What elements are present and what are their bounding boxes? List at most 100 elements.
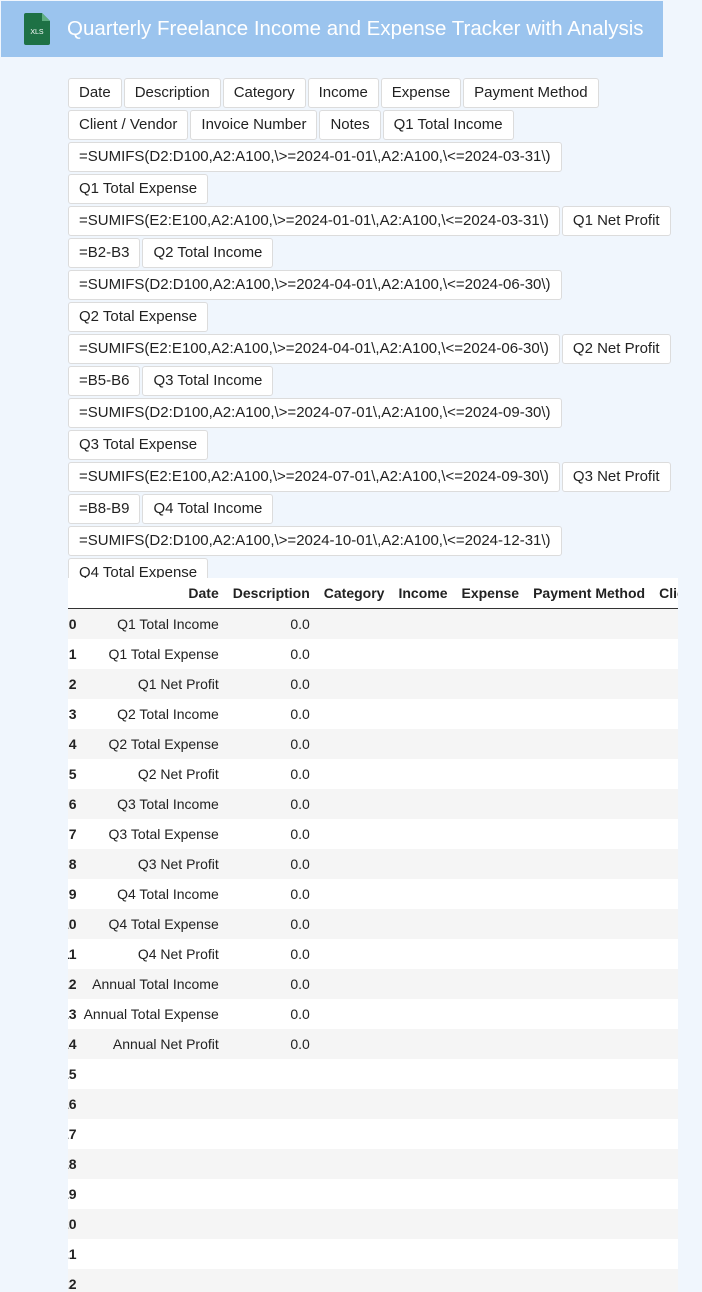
table-cell bbox=[391, 1239, 455, 1269]
table-row: 18 bbox=[68, 1149, 678, 1179]
column-header: Payment Method bbox=[526, 578, 653, 609]
column-chip[interactable]: Invoice Number bbox=[190, 110, 318, 140]
table-cell: Q3 Total Expense bbox=[76, 819, 226, 849]
table-body: 0 Q1 Total Income 0.0 1 Q1 Total Expense 0.0 2… bbox=[68, 608, 678, 1292]
column-chip[interactable]: =SUMIFS(D2:D100,A2:A100,\>=2024-04-01\,A… bbox=[68, 270, 562, 300]
column-chip[interactable]: Q3 Total Expense bbox=[68, 430, 209, 460]
table-cell: 0.0 bbox=[225, 669, 317, 699]
table-cell bbox=[316, 789, 392, 819]
table-cell bbox=[454, 1149, 527, 1179]
column-chip[interactable]: Payment Method bbox=[463, 78, 599, 108]
row-index: 17 bbox=[68, 1126, 77, 1142]
table-row: 13Annual Total Expense0.0 bbox=[68, 999, 678, 1029]
column-chip[interactable]: Income bbox=[307, 78, 379, 108]
column-chip[interactable]: =B8-B9 bbox=[68, 494, 141, 524]
column-chip[interactable]: Q3 Total Income bbox=[142, 366, 274, 396]
column-chip[interactable]: =SUMIFS(E2:E100,A2:A100,\>=2024-01-01\,A… bbox=[68, 206, 560, 236]
column-chip[interactable]: Date bbox=[68, 78, 122, 108]
column-chip[interactable]: Q2 Total Income bbox=[142, 238, 274, 268]
table-cell: Q2 Total Expense bbox=[76, 729, 226, 759]
svg-text:XLS: XLS bbox=[30, 29, 44, 36]
column-chip[interactable]: Q3 Net Profit bbox=[561, 462, 671, 492]
column-chip[interactable]: =B2-B3 bbox=[68, 238, 141, 268]
table-cell bbox=[526, 699, 653, 729]
table-cell bbox=[316, 999, 392, 1029]
table-cell bbox=[454, 909, 527, 939]
table-cell bbox=[316, 849, 392, 879]
table-row: 2 Q1 Net Profit 0.0 bbox=[68, 669, 678, 699]
table-row: 17 bbox=[68, 1119, 678, 1149]
table-row: 19 bbox=[68, 1179, 678, 1209]
column-chip[interactable]: Q2 Total Expense bbox=[68, 302, 209, 332]
row-index-cell: 14 bbox=[68, 1029, 77, 1059]
table-cell bbox=[391, 969, 455, 999]
table-cell bbox=[454, 819, 527, 849]
data-table-container[interactable]: Date Description Category Income Expense Paym… bbox=[68, 578, 678, 1292]
row-index-cell: 19 bbox=[68, 1179, 77, 1209]
column-chip[interactable]: Q1 Net Profit bbox=[561, 206, 671, 236]
table-cell bbox=[391, 759, 455, 789]
table-cell bbox=[316, 669, 392, 699]
table-cell: 0.0 bbox=[225, 909, 317, 939]
table-cell bbox=[316, 1029, 392, 1059]
table-cell bbox=[316, 1179, 392, 1209]
column-chip[interactable]: Client / Vendor bbox=[68, 110, 189, 140]
table-cell bbox=[652, 729, 678, 759]
table-cell bbox=[391, 939, 455, 969]
column-chip[interactable]: =SUMIFS(D2:D100,A2:A100,\>=2024-07-01\,A… bbox=[68, 398, 562, 428]
column-chip[interactable]: =SUMIFS(E2:E100,A2:A100,\>=2024-07-01\,A… bbox=[68, 462, 560, 492]
table-cell bbox=[316, 1089, 392, 1119]
row-index-cell: 17 bbox=[68, 1119, 77, 1149]
table-cell: Q4 Total Expense bbox=[76, 909, 226, 939]
column-chip[interactable]: Category bbox=[222, 78, 306, 108]
row-index-cell: 8 bbox=[68, 849, 77, 879]
table-cell: 0.0 bbox=[225, 1029, 317, 1059]
table-cell bbox=[76, 1179, 226, 1209]
column-header: Date bbox=[76, 578, 226, 609]
table-cell: 0.0 bbox=[225, 999, 317, 1029]
table-cell bbox=[316, 1269, 392, 1292]
column-chip[interactable]: =SUMIFS(E2:E100,A2:A100,\>=2024-04-01\,A… bbox=[68, 334, 560, 364]
table-cell bbox=[652, 939, 678, 969]
table-row: 14Annual Net Profit0.0 bbox=[68, 1029, 678, 1059]
table-cell bbox=[391, 999, 455, 1029]
column-chip[interactable]: Notes bbox=[319, 110, 381, 140]
table-cell bbox=[526, 849, 653, 879]
table-row: 20 bbox=[68, 1209, 678, 1239]
row-index: 20 bbox=[68, 1216, 77, 1232]
table-cell bbox=[316, 1239, 392, 1269]
row-index-cell: 1 bbox=[68, 639, 77, 669]
table-cell bbox=[316, 759, 392, 789]
table-cell bbox=[391, 1209, 455, 1239]
table-cell bbox=[652, 999, 678, 1029]
row-index-cell: 5 bbox=[68, 759, 77, 789]
table-cell bbox=[316, 939, 392, 969]
table-cell bbox=[454, 1209, 527, 1239]
column-chip[interactable]: =SUMIFS(D2:D100,A2:A100,\>=2024-01-01\,A… bbox=[68, 142, 562, 172]
excel-file-icon: XLS bbox=[24, 13, 50, 45]
column-chip[interactable]: Expense bbox=[380, 78, 462, 108]
row-index: 8 bbox=[68, 856, 77, 872]
table-cell bbox=[391, 1119, 455, 1149]
row-index-cell: 6 bbox=[68, 789, 77, 819]
row-index-cell: 3 bbox=[68, 699, 77, 729]
column-chip[interactable]: Q1 Total Expense bbox=[68, 174, 209, 204]
column-chip[interactable]: Q4 Total Income bbox=[142, 494, 274, 524]
column-chip[interactable]: =B5-B6 bbox=[68, 366, 141, 396]
column-chip[interactable]: Q2 Net Profit bbox=[561, 334, 671, 364]
column-chip[interactable]: Description bbox=[123, 78, 221, 108]
table-cell bbox=[225, 1089, 317, 1119]
row-index: 16 bbox=[68, 1096, 77, 1112]
table-cell bbox=[454, 669, 527, 699]
column-chip[interactable]: =SUMIFS(D2:D100,A2:A100,\>=2024-10-01\,A… bbox=[68, 526, 562, 556]
table-cell bbox=[391, 1059, 455, 1089]
table-cell bbox=[391, 1149, 455, 1179]
table-cell: 0.0 bbox=[225, 608, 317, 639]
table-cell bbox=[652, 1269, 678, 1292]
row-index: 18 bbox=[68, 1156, 77, 1172]
row-index-cell: 16 bbox=[68, 1089, 77, 1119]
column-chip[interactable]: Q1 Total Income bbox=[382, 110, 514, 140]
table-cell bbox=[454, 939, 527, 969]
table-cell: Q2 Total Income bbox=[76, 699, 226, 729]
table-cell: 0.0 bbox=[225, 759, 317, 789]
